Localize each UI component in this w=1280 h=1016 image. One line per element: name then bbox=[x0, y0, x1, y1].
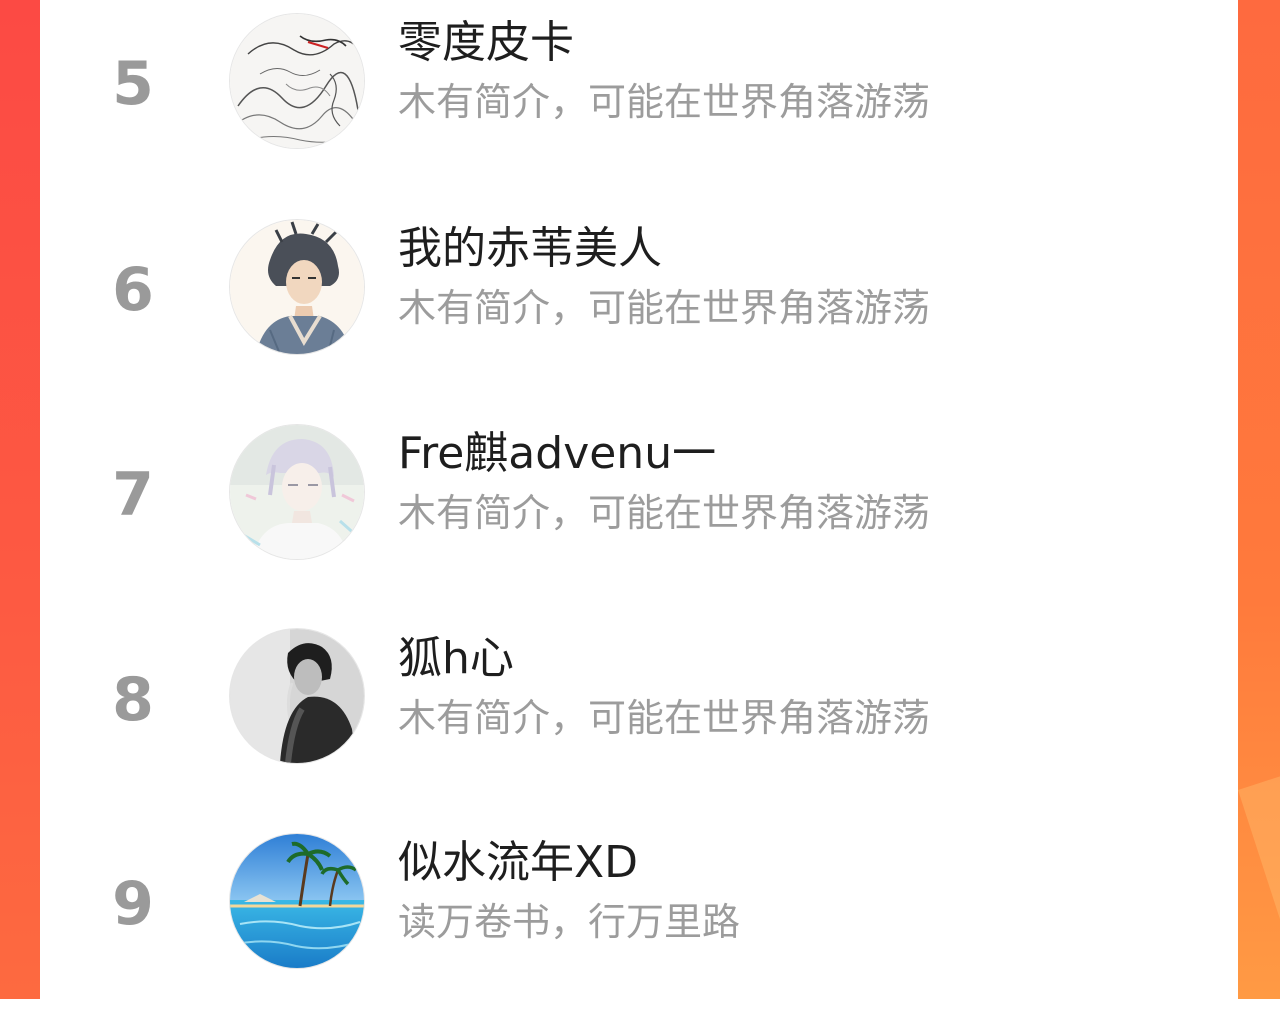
beach-palm-avatar-image bbox=[230, 834, 364, 968]
user-avatar[interactable] bbox=[230, 425, 364, 559]
user-name[interactable]: 狐h心 bbox=[398, 632, 514, 686]
user-bio: 木有简介，可能在世界角落游荡 bbox=[398, 696, 931, 740]
user-name[interactable]: Fre麒advenu一 bbox=[398, 427, 716, 481]
user-bio: 木有简介，可能在世界角落游荡 bbox=[398, 80, 931, 124]
ranking-row[interactable]: 8 狐h心 木有简介，可能在世界角落游荡 bbox=[40, 608, 1238, 812]
user-avatar[interactable] bbox=[230, 14, 364, 148]
user-name[interactable]: 我的赤苇美人 bbox=[398, 222, 662, 276]
ink-sketch-avatar-image bbox=[230, 14, 364, 148]
bw-portrait-avatar-image bbox=[230, 629, 364, 763]
ranking-row[interactable]: 9 似水流年XD 读万卷书，行万里路 bbox=[40, 812, 1238, 1016]
user-bio: 木有简介，可能在世界角落游荡 bbox=[398, 286, 931, 330]
pastel-anime-avatar-image bbox=[230, 425, 364, 559]
rank-number: 9 bbox=[112, 869, 154, 939]
ranking-row[interactable]: 5 零度皮卡 木有简介，可能在世界角落游荡 bbox=[40, 0, 1238, 198]
ranking-row[interactable]: 6 我的赤苇美人 木有简介，可能在世界角落游荡 bbox=[40, 198, 1238, 402]
frame-right-border bbox=[1238, 0, 1280, 999]
rank-number: 8 bbox=[112, 665, 154, 735]
anime-boy-avatar-image bbox=[230, 220, 364, 354]
user-avatar[interactable] bbox=[230, 220, 364, 354]
frame-left-border bbox=[0, 0, 40, 999]
rank-number: 7 bbox=[112, 460, 154, 530]
user-name[interactable]: 零度皮卡 bbox=[398, 16, 574, 70]
ranking-list: 5 零度皮卡 木有简介，可能在世界角落游荡 6 我的赤苇美人 木有简介，可能在世… bbox=[40, 0, 1238, 999]
user-avatar[interactable] bbox=[230, 629, 364, 763]
user-bio: 读万卷书，行万里路 bbox=[398, 900, 741, 944]
rank-number: 6 bbox=[112, 255, 154, 325]
ranking-row[interactable]: 7 Fre麒advenu一 木有简介，可能在世界角落游荡 bbox=[40, 403, 1238, 607]
user-name[interactable]: 似水流年XD bbox=[398, 836, 638, 890]
rank-number: 5 bbox=[112, 49, 154, 119]
user-avatar[interactable] bbox=[230, 834, 364, 968]
user-bio: 木有简介，可能在世界角落游荡 bbox=[398, 491, 931, 535]
